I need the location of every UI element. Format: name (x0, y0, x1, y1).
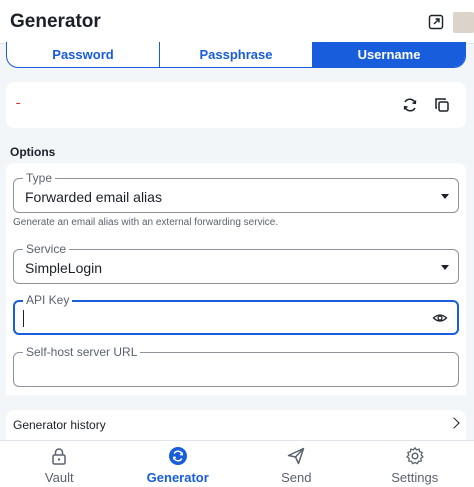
regenerate-button[interactable] (399, 94, 421, 116)
chevron-down-icon (441, 194, 449, 199)
popout-button[interactable] (426, 12, 446, 32)
generator-icon (168, 447, 187, 465)
generator-history-link[interactable]: Generator history (6, 410, 466, 440)
chevron-right-icon (448, 417, 460, 429)
nav-vault-label: Vault (44, 470, 74, 485)
service-value: SimpleLogin (25, 260, 103, 276)
lock-icon (52, 448, 66, 465)
generated-value-card: - (6, 82, 466, 128)
gear-icon (406, 447, 424, 465)
nav-generator-label: Generator (146, 470, 209, 485)
page-title: Generator (10, 11, 101, 32)
nav-send[interactable]: Send (237, 441, 356, 487)
type-value: Forwarded email alias (25, 189, 162, 205)
generator-type-tabs: Password Passphrase Username (6, 42, 466, 68)
service-select[interactable]: Service SimpleLogin (13, 242, 459, 284)
toggle-visibility-button[interactable] (429, 307, 451, 329)
eye-icon (432, 314, 448, 322)
nav-send-label: Send (281, 470, 312, 485)
nav-generator[interactable]: Generator (119, 441, 238, 487)
self-host-url-field[interactable]: Self-host server URL (13, 345, 459, 387)
generated-value: - (14, 96, 23, 112)
chevron-down-icon (441, 265, 449, 270)
nav-settings[interactable]: Settings (356, 441, 474, 487)
options-card: Type Forwarded email alias Generate an e… (6, 163, 466, 395)
type-hint: Generate an email alias with an external… (13, 217, 279, 228)
nav-vault[interactable]: Vault (0, 441, 119, 487)
service-label: Service (23, 242, 70, 256)
avatar[interactable] (453, 12, 474, 33)
bottom-nav: Vault Generator Send Settings (0, 440, 474, 487)
popout-icon (428, 14, 444, 30)
copy-icon (435, 98, 449, 112)
generator-history-label: Generator history (13, 418, 106, 432)
options-section-label: Options (10, 145, 56, 159)
api-key-field[interactable]: API Key (13, 293, 459, 335)
app-header: Generator (0, 0, 474, 44)
nav-settings-label: Settings (391, 470, 439, 485)
send-icon (288, 447, 305, 465)
api-key-label: API Key (23, 293, 73, 307)
tab-password[interactable]: Password (7, 42, 160, 67)
text-cursor (23, 310, 24, 327)
copy-button[interactable] (431, 94, 453, 116)
type-select[interactable]: Type Forwarded email alias (13, 171, 459, 213)
self-host-url-label: Self-host server URL (23, 345, 141, 359)
type-label: Type (23, 171, 56, 185)
refresh-icon (403, 98, 417, 112)
tab-passphrase[interactable]: Passphrase (160, 42, 313, 67)
tab-username[interactable]: Username (313, 42, 465, 67)
